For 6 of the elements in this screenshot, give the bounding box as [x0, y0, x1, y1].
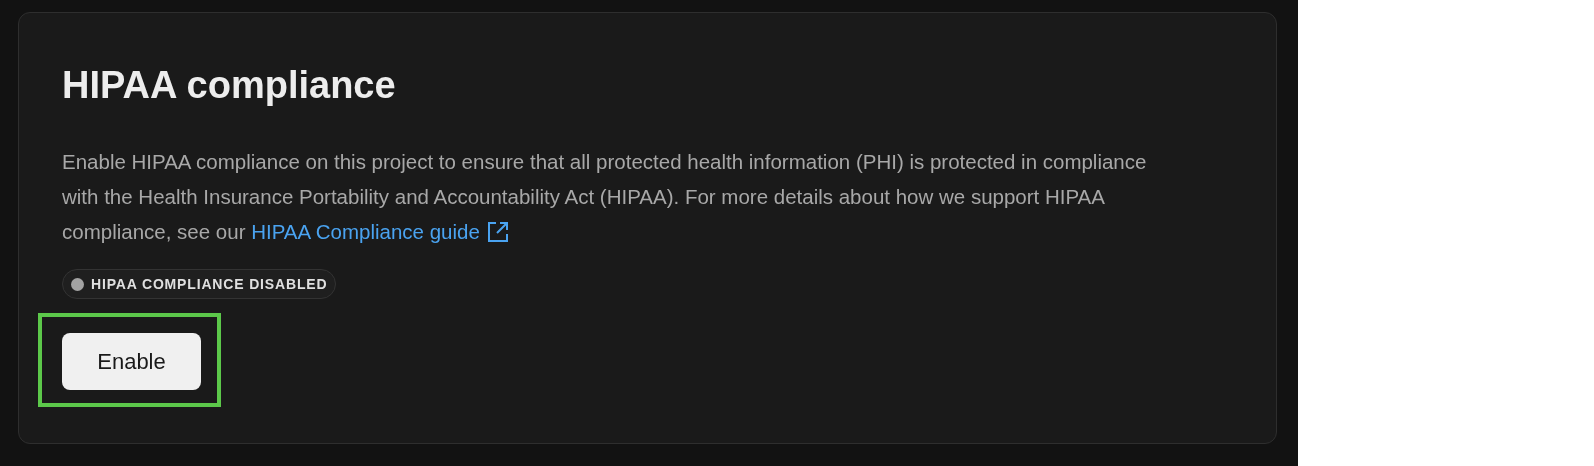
status-label: HIPAA COMPLIANCE DISABLED — [91, 274, 328, 294]
compliance-guide-link[interactable]: HIPAA Compliance guide — [251, 214, 510, 249]
external-link-icon — [485, 219, 510, 244]
description-text: Enable HIPAA compliance on this project to ensure that all protected health information (PHI) is protected in compliance with the Health Insurance Portability and Accountability Act (HIPAA). For more details about how we support HIPAA compliance, see our HIPAA Compliance guide — [62, 144, 1172, 249]
enable-button[interactable]: Enable — [62, 333, 201, 390]
card-title: HIPAA compliance — [62, 63, 397, 107]
